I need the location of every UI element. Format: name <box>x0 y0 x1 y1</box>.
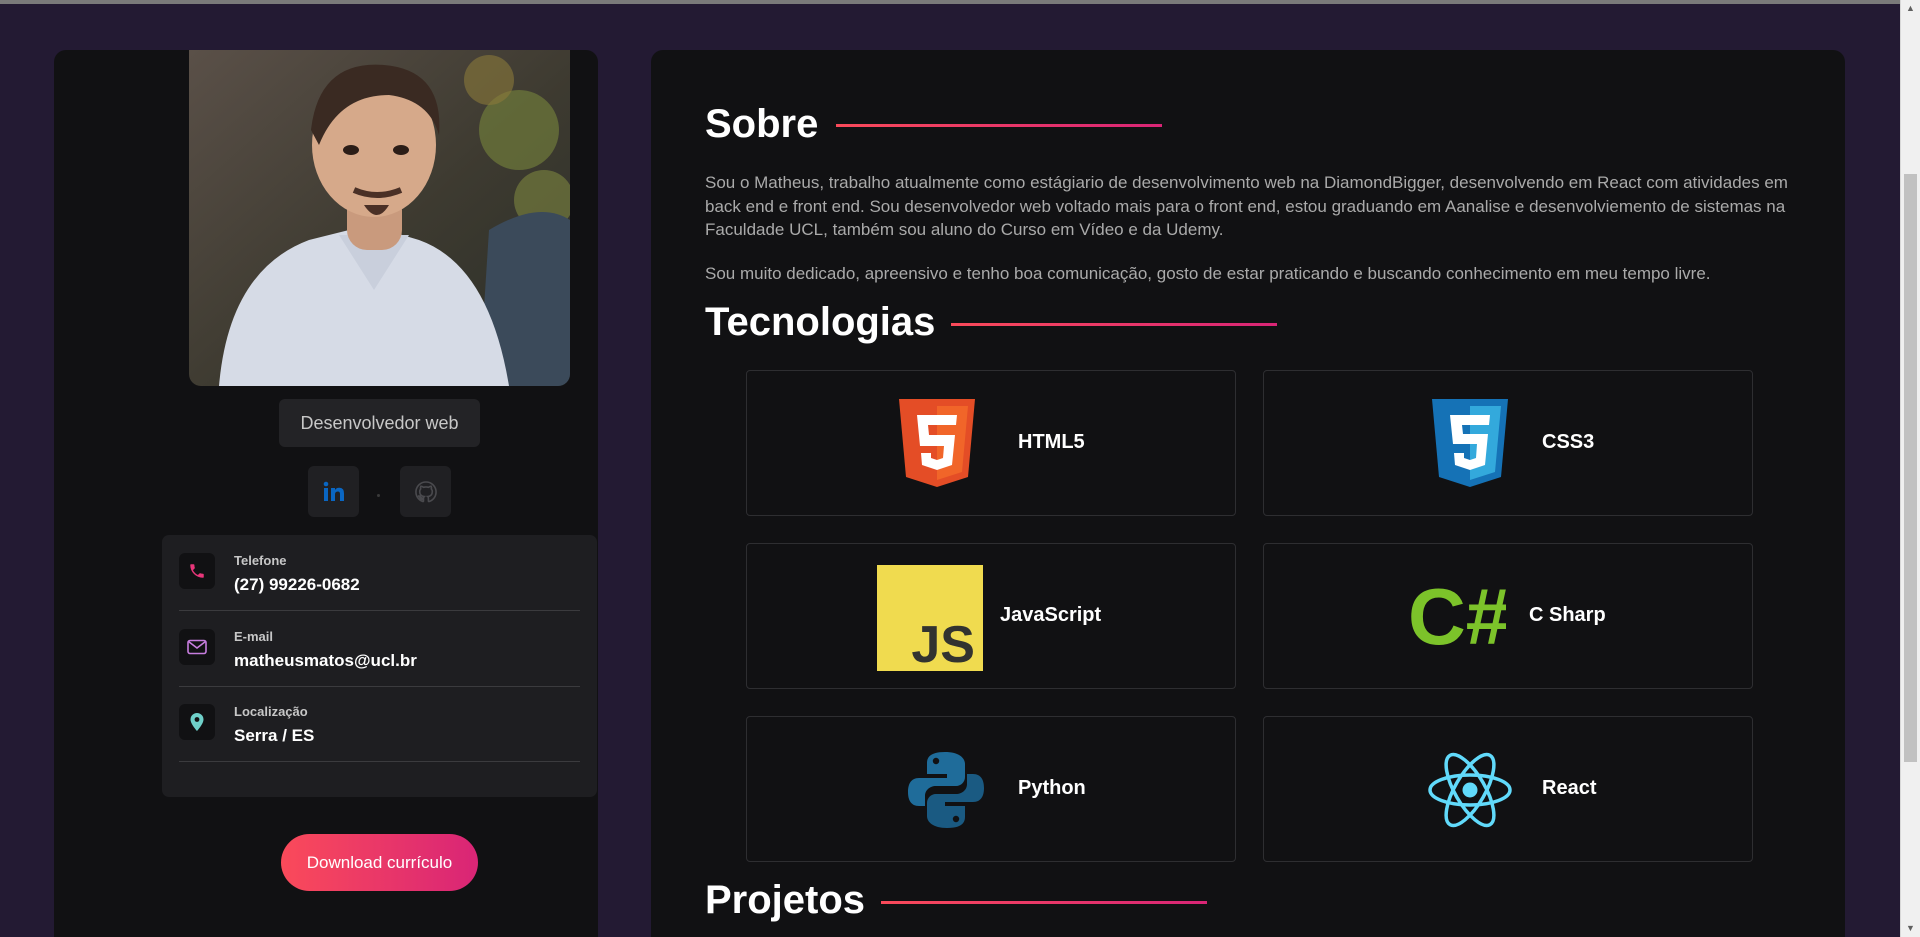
tech-card-html5: HTML5 <box>746 370 1236 516</box>
page-scrollbar[interactable]: ▲ ▼ <box>1900 0 1920 937</box>
scroll-down-arrow-icon[interactable]: ▼ <box>1901 920 1920 937</box>
svg-text:C#: C# <box>1408 578 1506 654</box>
tech-card-csharp: C# C Sharp <box>1263 543 1753 689</box>
tech-name: React <box>1542 777 1597 799</box>
tech-name: JavaScript <box>1000 604 1102 626</box>
location-pin-icon <box>179 704 215 740</box>
github-icon <box>414 480 437 502</box>
html5-icon <box>899 399 975 487</box>
contact-value[interactable]: (27) 99226-0682 <box>234 575 360 595</box>
profile-sidebar: Desenvolvedor web Telefone (27) 99226-06… <box>54 50 598 937</box>
role-badge: Desenvolvedor web <box>279 399 480 447</box>
svg-text:JS: JS <box>911 616 975 671</box>
about-paragraph-1: Sou o Matheus, trabalho atualmente como … <box>705 173 1788 239</box>
linkedin-icon <box>323 481 344 501</box>
about-title-underline <box>836 124 1162 127</box>
tech-card-react: React <box>1263 716 1753 862</box>
javascript-icon: JS <box>877 565 983 671</box>
tech-name: Python <box>1018 777 1086 799</box>
window-top-border <box>0 0 1920 4</box>
contact-label: E-mail <box>234 629 274 644</box>
about-title: Sobre <box>705 102 819 146</box>
github-link[interactable] <box>400 466 451 517</box>
react-icon <box>1428 752 1512 828</box>
contact-label: Localização <box>234 704 308 719</box>
profile-photo <box>189 50 570 386</box>
download-resume-button[interactable]: Download currículo <box>281 834 478 891</box>
tech-card-javascript: JS JavaScript <box>746 543 1236 689</box>
contact-info-card: Telefone (27) 99226-0682 E-mail matheusm… <box>162 535 597 797</box>
projects-title-underline <box>881 901 1207 904</box>
social-separator <box>377 494 380 497</box>
tech-card-python: Python <box>746 716 1236 862</box>
python-icon <box>908 752 984 828</box>
linkedin-link[interactable] <box>308 466 359 517</box>
scroll-up-arrow-icon[interactable]: ▲ <box>1901 0 1920 17</box>
contact-value: Serra / ES <box>234 726 315 745</box>
tech-name: CSS3 <box>1542 431 1595 453</box>
csharp-icon: C# <box>1408 578 1506 654</box>
contact-phone: Telefone (27) 99226-0682 <box>179 535 580 611</box>
tech-name: C Sharp <box>1529 604 1606 626</box>
contact-value[interactable]: matheusmatos@ucl.br <box>234 651 417 671</box>
technologies-title: Tecnologias <box>705 300 936 344</box>
contact-label: Telefone <box>234 553 287 568</box>
main-content: Sobre Sou o Matheus, trabalho atualmente… <box>651 50 1845 937</box>
tech-name: HTML5 <box>1018 431 1085 453</box>
scrollbar-thumb[interactable] <box>1904 174 1917 762</box>
contact-email: E-mail matheusmatos@ucl.br <box>179 611 580 687</box>
css3-icon <box>1432 399 1508 487</box>
contact-location: Localização Serra / ES <box>179 686 580 762</box>
tech-card-css3: CSS3 <box>1263 370 1753 516</box>
projects-title: Projetos <box>705 878 866 922</box>
phone-icon <box>179 553 215 589</box>
technologies-title-underline <box>951 323 1277 326</box>
about-paragraph-2: Sou muito dedicado, apreensivo e tenho b… <box>705 264 1711 283</box>
mail-icon <box>179 629 215 665</box>
